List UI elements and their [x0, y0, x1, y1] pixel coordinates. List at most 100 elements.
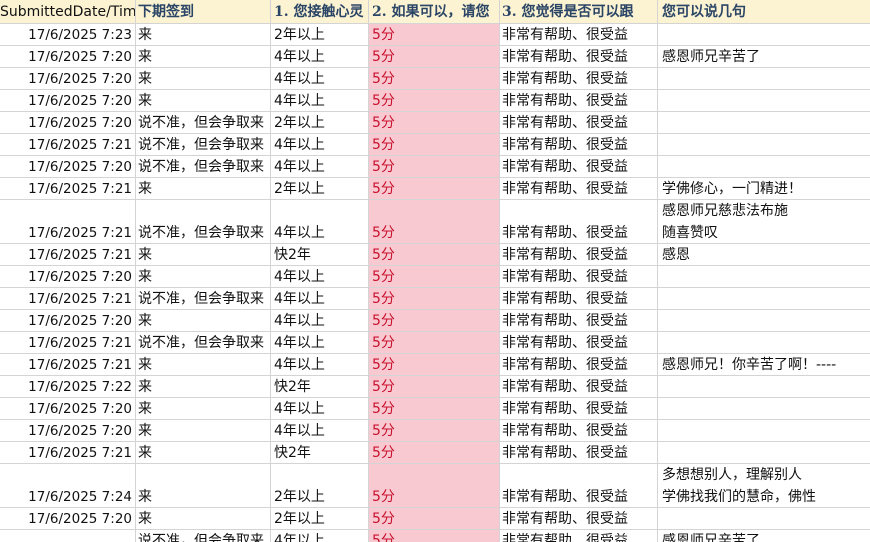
cell-years[interactable]: 2年以上	[271, 112, 369, 134]
cell-score[interactable]: 5分	[369, 68, 500, 90]
cell-benefit[interactable]: 非常有帮助、很受益	[500, 266, 658, 288]
cell-benefit[interactable]: 非常有帮助、很受益	[500, 112, 658, 134]
cell-years[interactable]: 快2年	[271, 442, 369, 464]
cell-years[interactable]: 2年以上	[271, 178, 369, 200]
cell-comment[interactable]	[658, 310, 870, 332]
cell-submitted[interactable]: 17/6/2025 7:20	[0, 68, 136, 90]
cell-comment[interactable]	[658, 24, 870, 46]
cell-comment[interactable]: 学佛修心，一门精进！	[658, 178, 870, 200]
cell-score[interactable]: 5分	[369, 134, 500, 156]
cell-submitted[interactable]: 17/6/2025 7:20	[0, 508, 136, 530]
cell-submitted[interactable]: 17/6/2025 7:21	[0, 354, 136, 376]
header-cell-attend[interactable]: 下期签到	[136, 0, 271, 24]
cell-attend[interactable]: 来	[136, 354, 271, 376]
cell-benefit[interactable]: 非常有帮助、很受益	[500, 354, 658, 376]
cell-years[interactable]: 4年以上	[271, 46, 369, 68]
cell-score[interactable]: 5分	[369, 112, 500, 134]
cell-comment[interactable]	[658, 288, 870, 310]
header-cell-benefit[interactable]: 3. 您觉得是否可以跟	[500, 0, 658, 24]
cell-attend[interactable]: 来	[136, 420, 271, 442]
cell-comment[interactable]	[658, 90, 870, 112]
cell-attend[interactable]: 来	[136, 178, 271, 200]
cell-score[interactable]: 5分	[369, 178, 500, 200]
cell-comment[interactable]	[658, 420, 870, 442]
cell-years[interactable]: 4年以上	[271, 354, 369, 376]
cell-attend[interactable]: 来	[136, 266, 271, 288]
cell-comment[interactable]: 感恩师兄慈悲法布施 随喜赞叹	[658, 200, 870, 244]
cell-submitted[interactable]: 17/6/2025 7:20	[0, 266, 136, 288]
cell-attend[interactable]: 说不准，但会争取来	[136, 112, 271, 134]
cell-comment[interactable]	[658, 376, 870, 398]
cell-attend[interactable]: 说不准，但会争取来	[136, 332, 271, 354]
cell-years[interactable]: 4年以上	[271, 398, 369, 420]
cell-score[interactable]: 5分	[369, 90, 500, 112]
cell-benefit[interactable]: 非常有帮助、很受益	[500, 244, 658, 266]
cell-score[interactable]: 5分	[369, 288, 500, 310]
cell-score[interactable]: 5分	[369, 354, 500, 376]
cell-submitted[interactable]: 17/6/2025 7:23	[0, 24, 136, 46]
cell-benefit[interactable]: 非常有帮助、很受益	[500, 90, 658, 112]
cell-attend[interactable]: 说不准，但会争取来	[136, 156, 271, 178]
cell-years[interactable]: 4年以上	[271, 200, 369, 244]
cell-score[interactable]: 5分	[369, 156, 500, 178]
cell-years[interactable]: 4年以上	[271, 68, 369, 90]
cell-submitted[interactable]: 17/6/2025 7:21	[0, 244, 136, 266]
cell-benefit[interactable]: 非常有帮助、很受益	[500, 332, 658, 354]
cell-score[interactable]: 5分	[369, 464, 500, 508]
cell-score[interactable]: 5分	[369, 420, 500, 442]
cell-comment[interactable]	[658, 332, 870, 354]
cell-score[interactable]: 5分	[369, 24, 500, 46]
cell-years[interactable]: 4年以上	[271, 332, 369, 354]
cell-benefit[interactable]: 非常有帮助、很受益	[500, 288, 658, 310]
cell-score[interactable]: 5分	[369, 244, 500, 266]
cell-attend[interactable]: 说不准，但会争取来	[136, 530, 271, 542]
cell-score[interactable]: 5分	[369, 398, 500, 420]
cell-attend[interactable]: 说不准，但会争取来	[136, 134, 271, 156]
cell-years[interactable]: 4年以上	[271, 530, 369, 542]
cell-attend[interactable]: 来	[136, 464, 271, 508]
cell-comment[interactable]	[658, 398, 870, 420]
cell-submitted[interactable]: 17/6/2025 7:20	[0, 46, 136, 68]
cell-benefit[interactable]: 非常有帮助、很受益	[500, 156, 658, 178]
cell-submitted[interactable]: 17/6/2025 7:20	[0, 420, 136, 442]
cell-years[interactable]: 2年以上	[271, 464, 369, 508]
cell-years[interactable]: 快2年	[271, 244, 369, 266]
cell-attend[interactable]: 来	[136, 310, 271, 332]
cell-comment[interactable]	[658, 112, 870, 134]
cell-benefit[interactable]: 非常有帮助、很受益	[500, 398, 658, 420]
cell-score[interactable]: 5分	[369, 46, 500, 68]
cell-attend[interactable]: 来	[136, 442, 271, 464]
cell-attend[interactable]: 说不准，但会争取来	[136, 288, 271, 310]
cell-comment[interactable]: 感恩师兄辛苦了	[658, 530, 870, 542]
cell-submitted[interactable]: 17/6/2025 7:20	[0, 112, 136, 134]
cell-submitted[interactable]: 17/6/2025 7:21	[0, 178, 136, 200]
cell-score[interactable]: 5分	[369, 508, 500, 530]
cell-score[interactable]: 5分	[369, 332, 500, 354]
cell-benefit[interactable]: 非常有帮助、很受益	[500, 508, 658, 530]
cell-score[interactable]: 5分	[369, 376, 500, 398]
cell-submitted[interactable]: 17/6/2025 7:20	[0, 310, 136, 332]
cell-years[interactable]: 4年以上	[271, 420, 369, 442]
cell-benefit[interactable]: 非常有帮助、很受益	[500, 530, 658, 542]
cell-score[interactable]: 5分	[369, 310, 500, 332]
cell-benefit[interactable]: 非常有帮助、很受益	[500, 178, 658, 200]
cell-years[interactable]: 4年以上	[271, 310, 369, 332]
cell-years[interactable]: 4年以上	[271, 90, 369, 112]
cell-benefit[interactable]: 非常有帮助、很受益	[500, 46, 658, 68]
cell-score[interactable]: 5分	[369, 442, 500, 464]
cell-attend[interactable]: 说不准，但会争取来	[136, 200, 271, 244]
cell-submitted[interactable]: 17/6/2025 7:21	[0, 134, 136, 156]
cell-comment[interactable]: 感恩师兄辛苦了	[658, 46, 870, 68]
cell-years[interactable]: 4年以上	[271, 288, 369, 310]
cell-comment[interactable]	[658, 266, 870, 288]
cell-years[interactable]: 4年以上	[271, 156, 369, 178]
cell-attend[interactable]: 来	[136, 376, 271, 398]
cell-benefit[interactable]: 非常有帮助、很受益	[500, 420, 658, 442]
cell-years[interactable]: 2年以上	[271, 24, 369, 46]
cell-years[interactable]: 2年以上	[271, 508, 369, 530]
cell-benefit[interactable]: 非常有帮助、很受益	[500, 376, 658, 398]
header-cell-years[interactable]: 1. 您接触心灵	[271, 0, 369, 24]
cell-submitted[interactable]	[0, 530, 136, 542]
cell-benefit[interactable]: 非常有帮助、很受益	[500, 464, 658, 508]
cell-attend[interactable]: 来	[136, 68, 271, 90]
